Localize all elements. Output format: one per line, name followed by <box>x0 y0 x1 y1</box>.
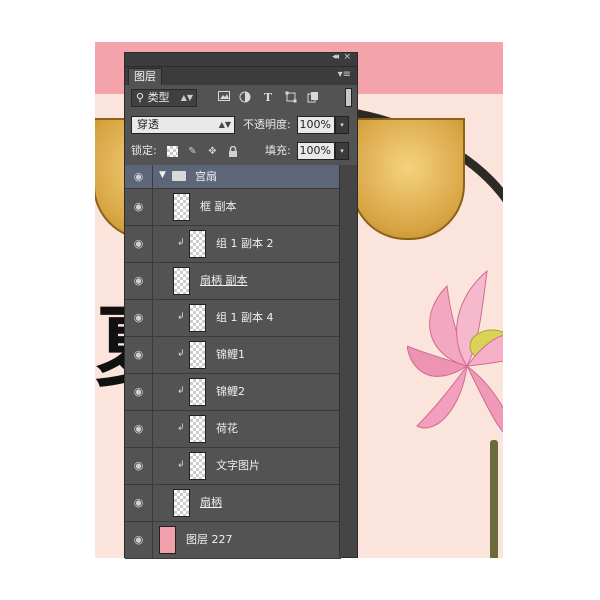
visibility-eye-icon[interactable]: ◉ <box>125 374 153 410</box>
lock-row: 锁定: ✎ ✥ 填充: 100% ▾ <box>125 137 357 163</box>
type-filter-icon[interactable]: T <box>261 91 275 105</box>
blend-row: 穿透 ▲▼ 不透明度: 100% ▾ <box>125 111 357 137</box>
layer-row[interactable]: ◉ 扇柄 副本 <box>125 263 341 300</box>
opacity-field[interactable]: 100% <box>297 116 335 134</box>
layer-row[interactable]: ◉ ↲ 锦鲤1 <box>125 337 341 374</box>
shape-filter-icon[interactable] <box>284 91 298 105</box>
layer-thumbnail <box>173 489 190 517</box>
layer-name: 扇柄 副本 <box>200 274 248 287</box>
clipping-mask-icon: ↲ <box>177 312 185 322</box>
layer-thumbnail <box>189 378 206 406</box>
layer-name: 扇柄 <box>200 496 222 509</box>
layer-name: 荷花 <box>216 422 238 435</box>
fill-label: 填充: <box>265 144 291 157</box>
visibility-eye-icon[interactable]: ◉ <box>125 448 153 484</box>
layer-row[interactable]: ◉ ↲ 荷花 <box>125 411 341 448</box>
layer-name: 文字图片 <box>216 459 260 472</box>
clipping-mask-icon: ↲ <box>177 238 185 248</box>
visibility-eye-icon[interactable]: ◉ <box>125 263 153 299</box>
layer-row-group[interactable]: ◉ ▼ 宫扇 <box>125 165 341 189</box>
layer-thumbnail <box>189 304 206 332</box>
layer-row[interactable]: ◉ 图层 227 <box>125 522 341 559</box>
clipping-mask-icon: ↲ <box>177 349 185 359</box>
layer-list: ◉ ▼ 宫扇 ◉ 框 副本 ◉ ↲ 组 1 副本 2 ◉ 扇柄 副本 ◉ ↲ 组… <box>125 165 341 559</box>
layer-name: 锦鲤1 <box>216 348 245 361</box>
smart-object-filter-icon[interactable] <box>306 91 320 105</box>
tab-layers[interactable]: 图层 <box>128 68 162 85</box>
layer-thumbnail <box>189 230 206 258</box>
layer-row[interactable]: ◉ ↲ 锦鲤2 <box>125 374 341 411</box>
layer-row[interactable]: ◉ ↲ 文字图片 <box>125 448 341 485</box>
clipping-mask-icon: ↲ <box>177 386 185 396</box>
disclosure-triangle-icon[interactable]: ▼ <box>159 170 166 180</box>
layer-row[interactable]: ◉ ↲ 组 1 副本 4 <box>125 300 341 337</box>
visibility-eye-icon[interactable]: ◉ <box>125 522 153 558</box>
layer-thumbnail <box>173 267 190 295</box>
layer-name: 组 1 副本 4 <box>216 311 274 324</box>
visibility-eye-icon[interactable]: ◉ <box>125 165 153 188</box>
layer-name: 锦鲤2 <box>216 385 245 398</box>
filter-kind-select[interactable]: ⚲ 类型 ▲▼ <box>131 89 197 107</box>
adjustment-filter-icon[interactable] <box>238 91 252 105</box>
layer-list-scrollbar[interactable] <box>339 165 357 557</box>
layer-thumbnail <box>189 341 206 369</box>
layer-thumbnail <box>189 452 206 480</box>
filter-toggle-switch[interactable] <box>345 88 352 107</box>
layer-name: 组 1 副本 2 <box>216 237 274 250</box>
layer-row[interactable]: ◉ ↲ 组 1 副本 2 <box>125 226 341 263</box>
close-icon[interactable]: × <box>343 52 351 62</box>
lock-image-pixels-icon[interactable]: ✎ <box>187 146 198 157</box>
updown-arrow-icon: ▲▼ <box>218 120 231 129</box>
opacity-label: 不透明度: <box>243 118 291 131</box>
lock-position-icon[interactable]: ✥ <box>207 146 218 157</box>
blend-mode-select[interactable]: 穿透 ▲▼ <box>131 116 235 134</box>
layers-panel: ◂◂ × 图层 ▾≡ ⚲ 类型 ▲▼ T 穿透 ▲▼ 不透明度: 100% ▾ … <box>124 52 358 559</box>
fill-dropdown-button[interactable]: ▾ <box>335 142 349 160</box>
collapse-icon[interactable]: ◂◂ <box>332 52 339 62</box>
layer-thumbnail <box>173 193 190 221</box>
opacity-dropdown-button[interactable]: ▾ <box>335 116 349 134</box>
lotus-stem <box>490 440 498 558</box>
visibility-eye-icon[interactable]: ◉ <box>125 337 153 373</box>
layer-thumbnail <box>189 415 206 443</box>
folder-icon <box>172 171 186 181</box>
clipping-mask-icon: ↲ <box>177 460 185 470</box>
blend-mode-value: 穿透 <box>137 118 159 131</box>
lock-all-icon[interactable] <box>227 145 238 157</box>
filter-row: ⚲ 类型 ▲▼ T <box>125 85 357 111</box>
gold-ornament-right <box>351 118 465 240</box>
lock-label: 锁定: <box>131 144 157 157</box>
panel-tab-bar: 图层 ▾≡ <box>125 67 357 85</box>
visibility-eye-icon[interactable]: ◉ <box>125 226 153 262</box>
layer-name: 框 副本 <box>200 200 237 213</box>
panel-menu-icon[interactable]: ▾≡ <box>338 69 351 80</box>
image-filter-icon[interactable] <box>217 91 231 105</box>
panel-top-strip: ◂◂ × <box>125 52 357 67</box>
updown-arrow-icon: ▲▼ <box>180 93 193 102</box>
visibility-eye-icon[interactable]: ◉ <box>125 485 153 521</box>
visibility-eye-icon[interactable]: ◉ <box>125 300 153 336</box>
layer-name: 宫扇 <box>195 170 217 183</box>
lock-transparent-pixels-icon[interactable] <box>167 146 178 157</box>
layer-name: 图层 227 <box>186 533 233 546</box>
filter-kind-label: 类型 <box>147 91 170 104</box>
layer-row[interactable]: ◉ 扇柄 <box>125 485 341 522</box>
layer-row[interactable]: ◉ 框 副本 <box>125 189 341 226</box>
visibility-eye-icon[interactable]: ◉ <box>125 411 153 447</box>
clipping-mask-icon: ↲ <box>177 423 185 433</box>
visibility-eye-icon[interactable]: ◉ <box>125 189 153 225</box>
search-icon: ⚲ <box>136 91 145 104</box>
layer-thumbnail <box>159 526 176 554</box>
fill-field[interactable]: 100% <box>297 142 335 160</box>
lotus-illustration <box>407 269 503 433</box>
